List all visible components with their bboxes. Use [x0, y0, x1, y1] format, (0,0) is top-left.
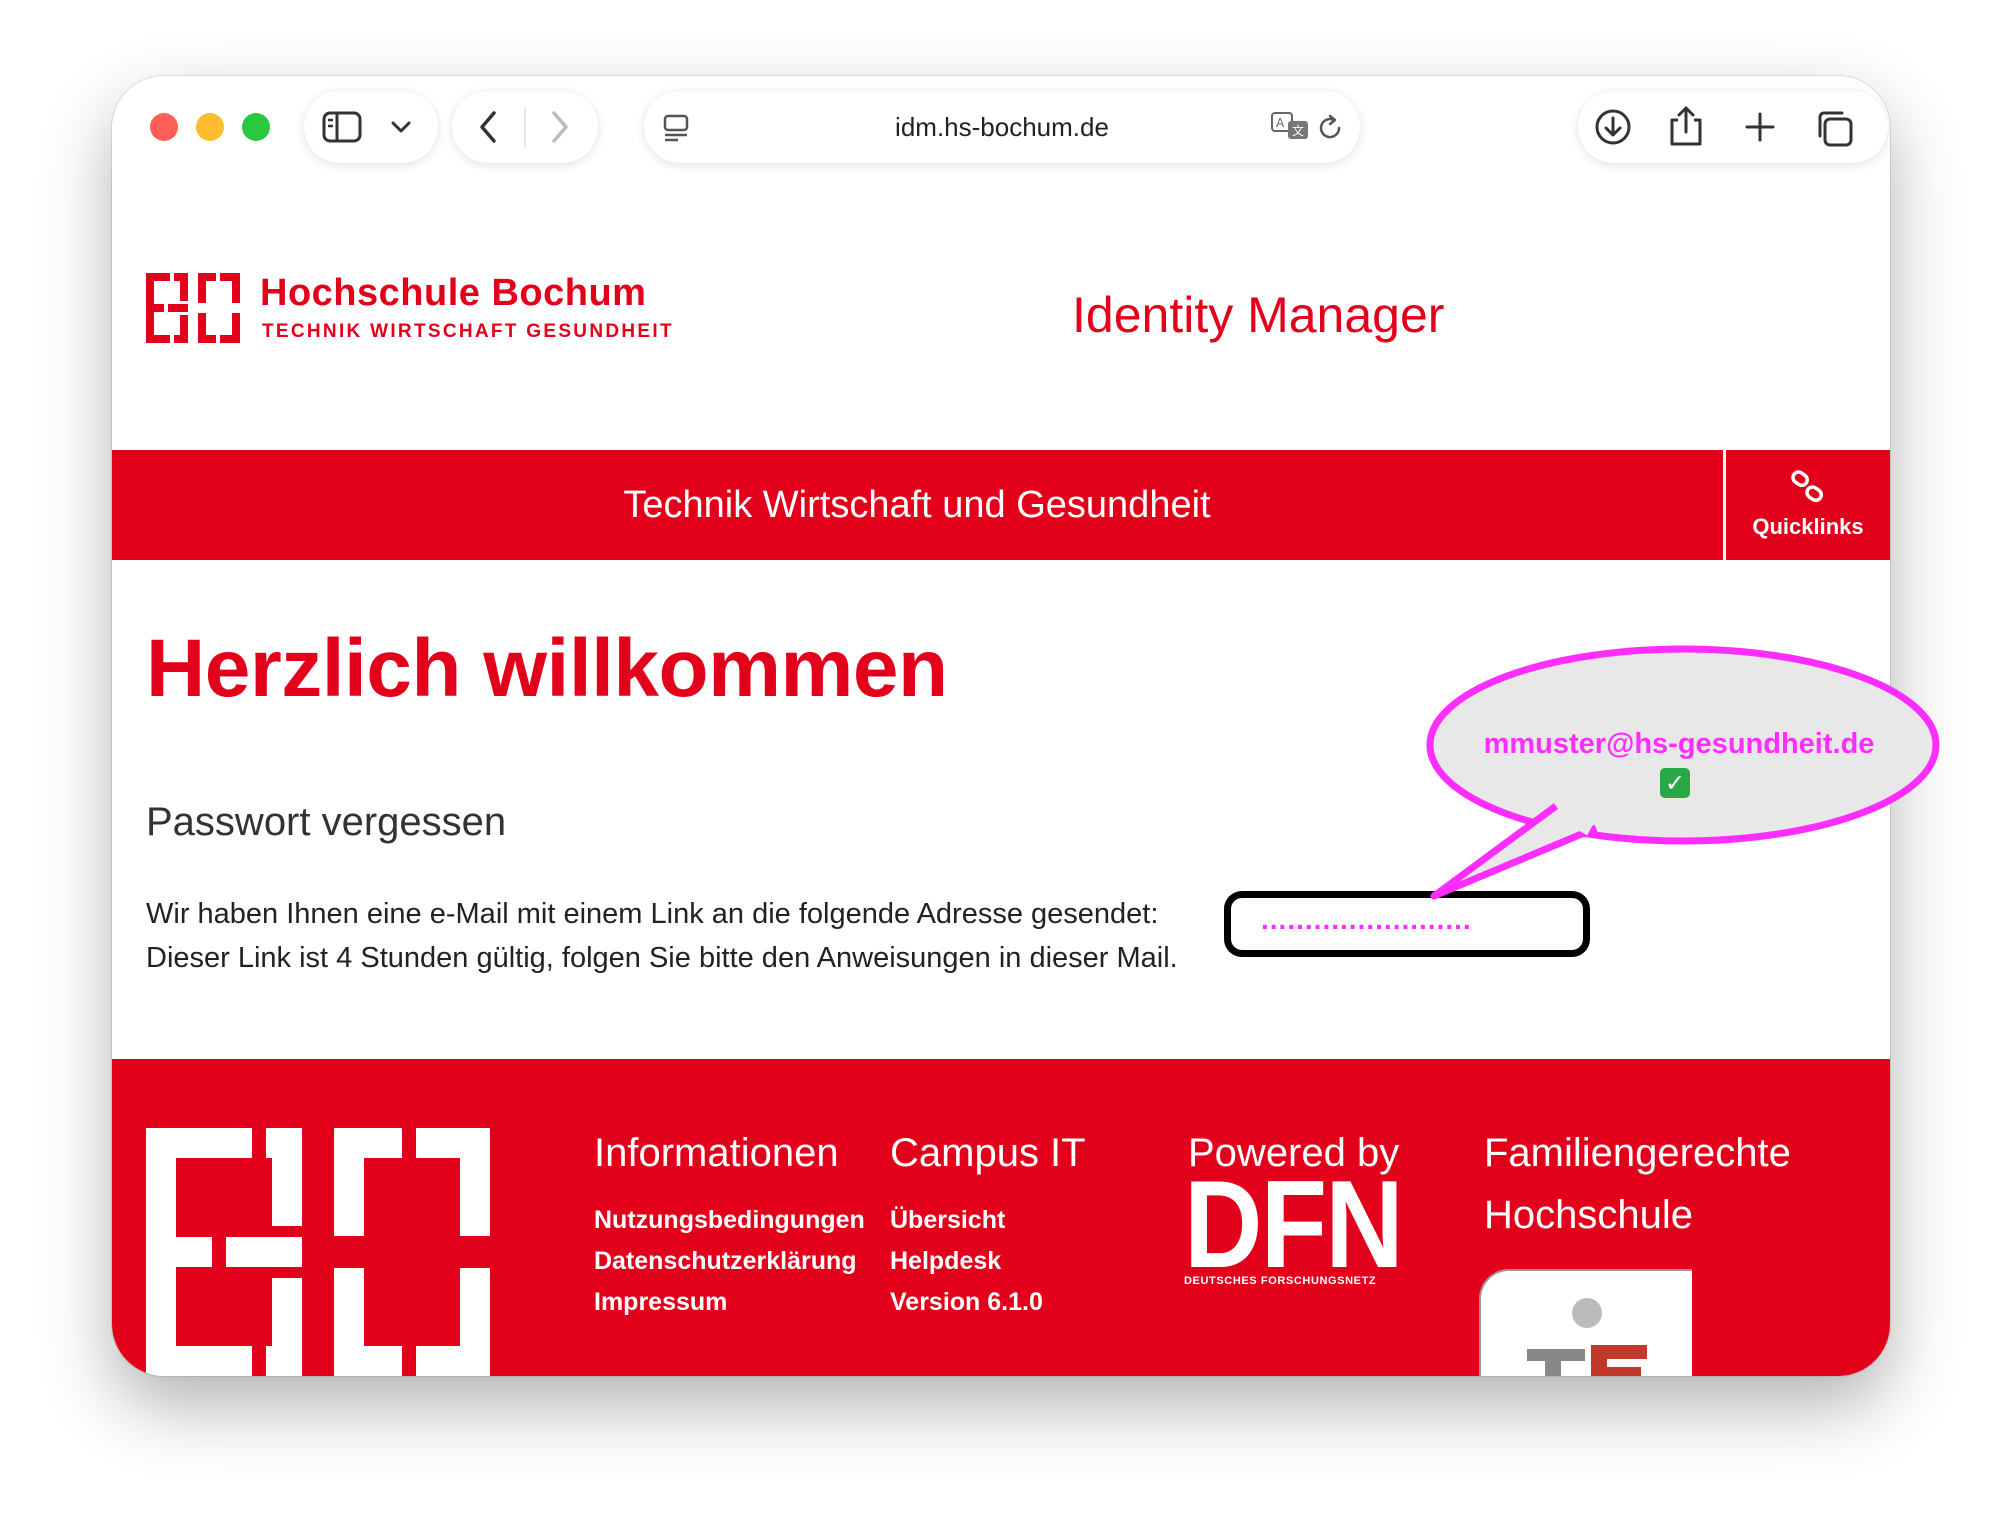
footer-heading-informationen: Informationen: [594, 1131, 839, 1175]
message-line-2: Dieser Link ist 4 Stunden gültig, folgen…: [146, 942, 1178, 974]
footer-heading-familie-2: Hochschule: [1484, 1193, 1694, 1237]
message-line-1: Wir haben Ihnen eine e-Mail mit einem Li…: [146, 898, 1159, 930]
nav-title: Technik Wirtschaft und Gesundheit: [623, 483, 1211, 526]
site-footer: Informationen Nutzungsbedingungen Datens…: [112, 1059, 1890, 1376]
browser-toolbar: idm.hs-bochum.de A文: [112, 76, 1890, 176]
footer-link-nutzungsbedingungen[interactable]: Nutzungsbedingungen: [594, 1206, 865, 1235]
history-nav-group: [452, 91, 598, 163]
logo-subtitle: TECHNIK WIRTSCHAFT GESUNDHEIT: [262, 321, 674, 342]
family-logo-icon: [1527, 1298, 1647, 1376]
svg-text:文: 文: [1292, 123, 1304, 138]
url-text: idm.hs-bochum.de: [895, 111, 1109, 142]
reload-icon[interactable]: [1316, 113, 1344, 143]
zoom-window-button[interactable]: [242, 113, 270, 141]
address-bar[interactable]: idm.hs-bochum.de A文: [644, 91, 1360, 163]
welcome-heading: Herzlich willkommen: [146, 623, 948, 714]
sidebar-icon[interactable]: [322, 111, 362, 143]
footer-link-helpdesk[interactable]: Helpdesk: [890, 1247, 1001, 1276]
dfn-logo-subtext: DEUTSCHES FORSCHUNGSNETZ: [1184, 1275, 1377, 1287]
quicklinks-button[interactable]: Quicklinks: [1726, 450, 1890, 560]
download-icon[interactable]: [1594, 108, 1632, 146]
main-nav-bar: Technik Wirtschaft und Gesundheit Quickl…: [112, 450, 1890, 560]
translate-icon[interactable]: A文: [1270, 111, 1310, 143]
nav-divider: [524, 107, 526, 147]
app-title: Identity Manager: [1072, 287, 1445, 343]
toolbar-actions: [1578, 91, 1888, 163]
page-subtitle: Passwort vergessen: [146, 800, 507, 844]
hs-bochum-logo-icon[interactable]: [146, 273, 240, 348]
footer-heading-familie-1: Familiengerechte: [1484, 1131, 1791, 1175]
callout-email: mmuster@hs-gesundheit.de: [1483, 728, 1875, 760]
footer-link-uebersicht[interactable]: Übersicht: [890, 1206, 1005, 1235]
footer-heading-powered-by: Powered by: [1188, 1131, 1400, 1175]
svg-text:A: A: [1276, 116, 1285, 130]
link-icon: [1790, 470, 1826, 509]
forward-icon[interactable]: [548, 109, 572, 145]
checkmark-icon: ✓: [1660, 768, 1690, 798]
logo-title[interactable]: Hochschule Bochum: [260, 272, 646, 315]
footer-link-impressum[interactable]: Impressum: [594, 1288, 727, 1317]
chevron-down-icon[interactable]: [390, 117, 412, 137]
familiengerechte-hochschule-badge[interactable]: [1479, 1269, 1692, 1376]
quicklinks-label: Quicklinks: [1752, 514, 1864, 539]
dfn-logo-icon[interactable]: DFN: [1184, 1156, 1406, 1294]
redacted-email: ........................: [1261, 904, 1472, 935]
back-icon[interactable]: [476, 109, 500, 145]
dfn-logo-text: DFN: [1184, 1171, 1402, 1271]
footer-heading-campus-it: Campus IT: [890, 1131, 1086, 1175]
sidebar-toggle-group: [304, 91, 438, 163]
footer-bo-logo-icon: [146, 1128, 490, 1376]
tab-overview-icon[interactable]: [1814, 108, 1854, 148]
footer-version: Version 6.1.0: [890, 1288, 1043, 1316]
share-icon[interactable]: [1668, 104, 1704, 148]
new-tab-icon[interactable]: [1742, 109, 1778, 145]
close-window-button[interactable]: [150, 113, 178, 141]
minimize-window-button[interactable]: [196, 113, 224, 141]
footer-link-datenschutz[interactable]: Datenschutzerklärung: [594, 1247, 857, 1276]
